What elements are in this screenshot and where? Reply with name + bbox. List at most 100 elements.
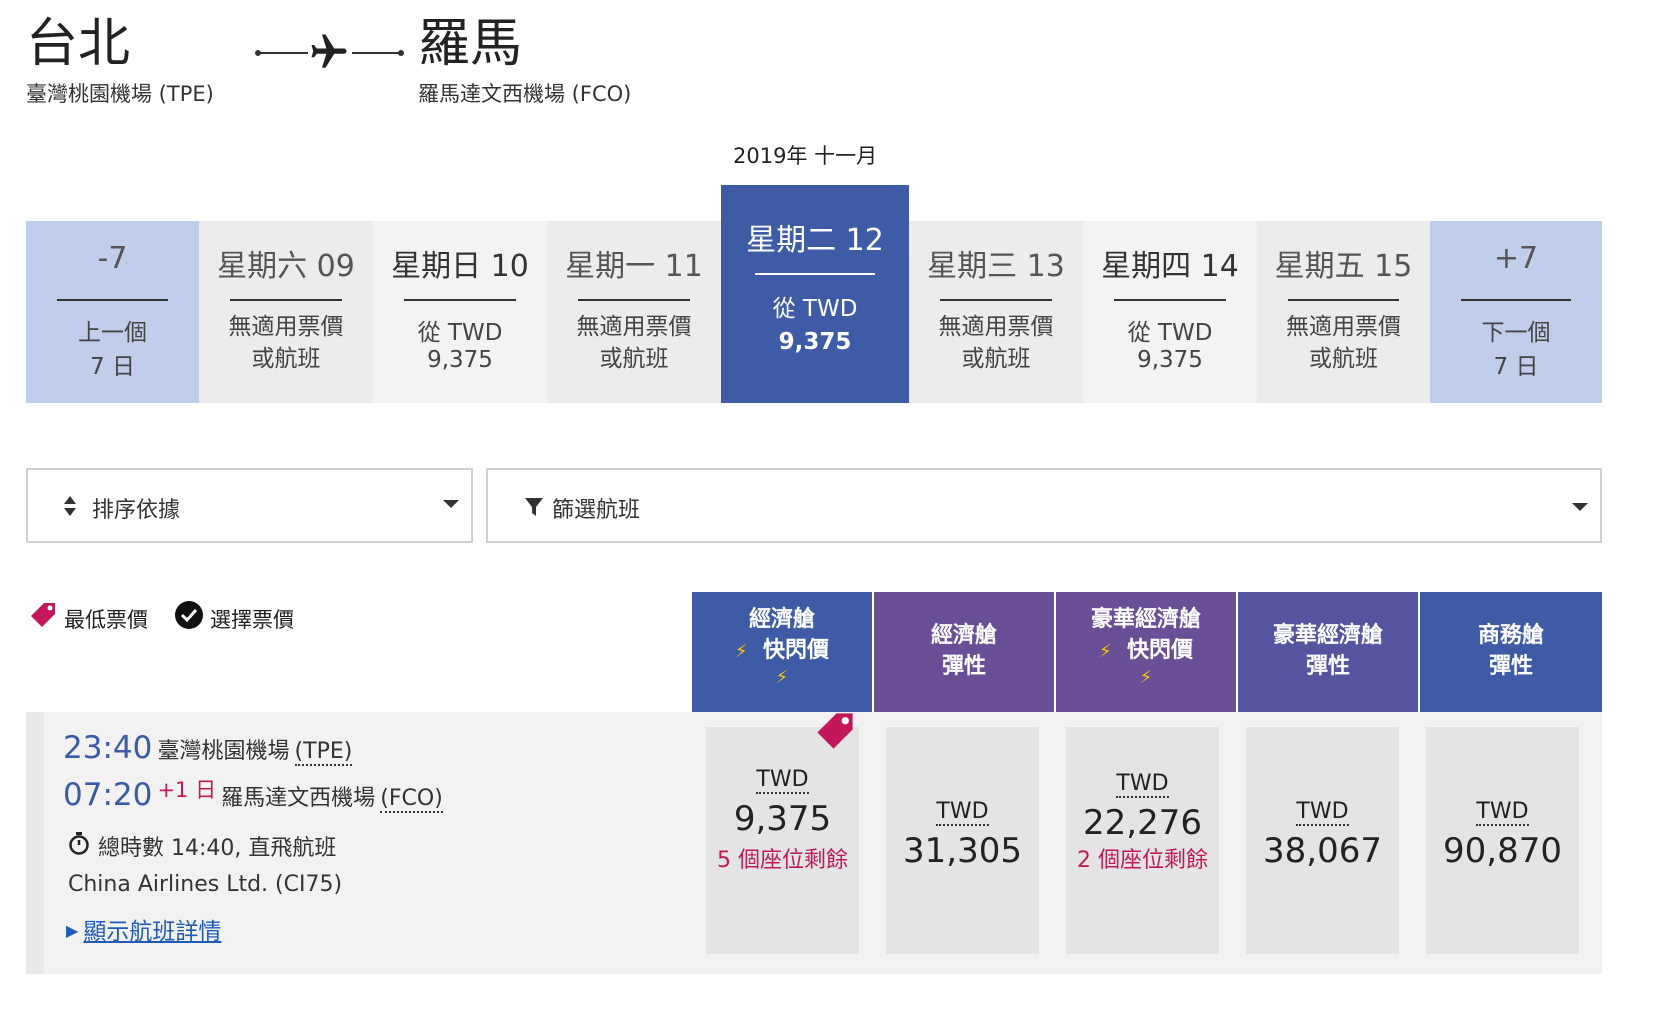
fare-amount: 9,375 (733, 799, 832, 839)
date-status: 無適用票價 (938, 314, 1054, 340)
legend-selected-fare: 選擇票價 (210, 608, 294, 632)
fare-class-name: 商務艙 (1477, 623, 1544, 648)
fare-amount: 22,276 (1083, 803, 1202, 843)
next-line2: 7 日 (1493, 354, 1539, 380)
lightning-icon: ⚡ (1099, 641, 1112, 662)
date-price: 9,375 (427, 347, 493, 373)
fare-class-premium-flash: 豪華經濟艙 ⚡ 快閃價 ⚡ (1056, 592, 1236, 712)
destination-city: 羅馬 (418, 14, 523, 74)
fare-class-economy-flex: 經濟艙 彈性 (874, 592, 1054, 712)
date-status-2: 或航班 (961, 346, 1031, 372)
seats-left: 2 個座位剩餘 (1077, 848, 1208, 873)
date-strip: -7 上一個 7 日 星期六 09 無適用票價 或航班 星期日 10 從 TWD… (26, 185, 1602, 403)
fare-cell-premium-flex[interactable]: TWD 38,067 (1246, 727, 1399, 954)
lightning-icon: ⚡ (735, 641, 748, 662)
sort-dropdown[interactable]: 排序依據 (26, 468, 473, 543)
fare-class-name: 經濟艙 (748, 607, 815, 632)
date-from-label: 從 TWD (1127, 320, 1213, 346)
fare-amount: 90,870 (1443, 831, 1562, 871)
date-label: 星期一 11 (565, 249, 703, 284)
date-cell-tue-12-selected[interactable]: 星期二 12 從 TWD 9,375 (721, 185, 909, 403)
lightning-icon: ⚡ (775, 667, 789, 688)
date-from-label: 從 TWD (417, 320, 503, 346)
date-cell-sat-09[interactable]: 星期六 09 無適用票價 或航班 (199, 221, 373, 403)
sort-label: 排序依據 (92, 498, 181, 523)
arrival-airport: 羅馬達文西機場 (221, 786, 376, 811)
date-label: 星期二 12 (746, 223, 884, 258)
fare-cell-business-flex[interactable]: TWD 90,870 (1426, 727, 1579, 954)
origin-airport: 臺灣桃園機場 (TPE) (26, 82, 214, 106)
origin-city: 台北 (26, 14, 131, 74)
date-cell-fri-15[interactable]: 星期五 15 無適用票價 或航班 (1257, 221, 1430, 403)
flight-duration: 總時數 14:40, 直飛航班 (98, 836, 337, 861)
next-7-days-button[interactable]: +7 下一個 7 日 (1430, 221, 1602, 403)
prev-line1: 上一個 (78, 320, 147, 346)
legend-lowest-fare: 最低票價 (64, 608, 148, 632)
fare-amount: 38,067 (1263, 831, 1382, 871)
destination-airport: 羅馬達文西機場 (FCO) (418, 82, 632, 106)
date-cell-sun-10[interactable]: 星期日 10 從 TWD 9,375 (373, 221, 547, 403)
fare-class-type: 彈性 (1488, 654, 1533, 679)
currency: TWD (936, 799, 989, 826)
currency: TWD (756, 767, 809, 794)
date-label: 星期四 14 (1101, 249, 1239, 284)
filter-dropdown[interactable]: 篩選航班 (486, 468, 1602, 543)
previous-7-days-button[interactable]: -7 上一個 7 日 (26, 221, 199, 403)
departure-line: 23:40 臺灣桃園機場 (TPE) (63, 730, 353, 766)
fare-class-name: 經濟艙 (930, 623, 997, 648)
date-price: 9,375 (1137, 347, 1203, 373)
date-cell-thu-14[interactable]: 星期四 14 從 TWD 9,375 (1083, 221, 1257, 403)
filter-label: 篩選航班 (552, 498, 641, 523)
filter-icon (524, 496, 544, 522)
airplane-icon (308, 30, 350, 78)
arrival-line: 07:20 +1 日 羅馬達文西機場 (FCO) (63, 774, 443, 813)
fare-cell-economy-flex[interactable]: TWD 31,305 (886, 727, 1039, 954)
fare-amount: 31,305 (903, 831, 1022, 871)
arrival-code[interactable]: (FCO) (380, 786, 443, 813)
departure-time: 23:40 (63, 730, 153, 766)
date-cell-mon-11[interactable]: 星期一 11 無適用票價 或航班 (547, 221, 721, 403)
date-status-2: 或航班 (251, 346, 321, 372)
chevron-down-icon (443, 500, 459, 508)
currency: TWD (1476, 799, 1529, 826)
day-offset: +1 日 (157, 778, 217, 802)
fare-class-type: 彈性 (941, 654, 986, 679)
fare-class-business-flex: 商務艙 彈性 (1420, 592, 1602, 712)
fare-class-type: 快閃價 (762, 638, 829, 663)
fare-class-name: 豪華經濟艙 (1090, 607, 1201, 632)
fare-class-premium-flex: 豪華經濟艙 彈性 (1238, 592, 1418, 712)
date-price: 9,375 (778, 329, 852, 355)
date-from-label: 從 TWD (772, 296, 858, 322)
currency: TWD (1116, 771, 1169, 798)
date-cell-wed-13[interactable]: 星期三 13 無適用票價 或航班 (909, 221, 1083, 403)
date-status: 無適用票價 (576, 314, 692, 340)
stopwatch-icon (68, 831, 90, 859)
date-label: 星期三 13 (927, 249, 1065, 284)
prev-offset-label: -7 (97, 241, 128, 276)
chevron-down-icon (1572, 503, 1588, 511)
fare-class-name: 豪華經濟艙 (1272, 623, 1383, 648)
price-tag-icon (28, 600, 58, 634)
date-status: 無適用票價 (228, 314, 344, 340)
next-offset-label: +7 (1493, 241, 1539, 276)
lightning-icon: ⚡ (1139, 667, 1153, 688)
fare-cell-premium-flash[interactable]: TWD 22,276 2 個座位剩餘 (1066, 727, 1219, 954)
date-label: 星期五 15 (1274, 249, 1413, 284)
departure-code[interactable]: (TPE) (294, 739, 353, 766)
fare-class-type: 彈性 (1305, 654, 1350, 679)
date-label: 星期日 10 (391, 249, 529, 284)
month-label: 2019年 十一月 (733, 144, 878, 168)
next-line1: 下一個 (1481, 320, 1551, 346)
price-tag-icon (813, 709, 857, 757)
date-status-2: 或航班 (1309, 346, 1378, 372)
show-details-link[interactable]: ▶ 顯示航班詳情 (66, 912, 221, 946)
seats-left: 5 個座位剩餘 (717, 848, 848, 873)
currency: TWD (1296, 799, 1349, 826)
show-details-text[interactable]: 顯示航班詳情 (83, 919, 221, 945)
date-status-2: 或航班 (599, 346, 669, 372)
check-circle-icon (174, 600, 204, 634)
fare-cell-economy-flash[interactable]: TWD 9,375 5 個座位剩餘 (706, 713, 859, 954)
caret-right-icon: ▶ (66, 921, 79, 940)
departure-airport: 臺灣桃園機場 (157, 739, 290, 764)
sort-icon (62, 494, 78, 522)
